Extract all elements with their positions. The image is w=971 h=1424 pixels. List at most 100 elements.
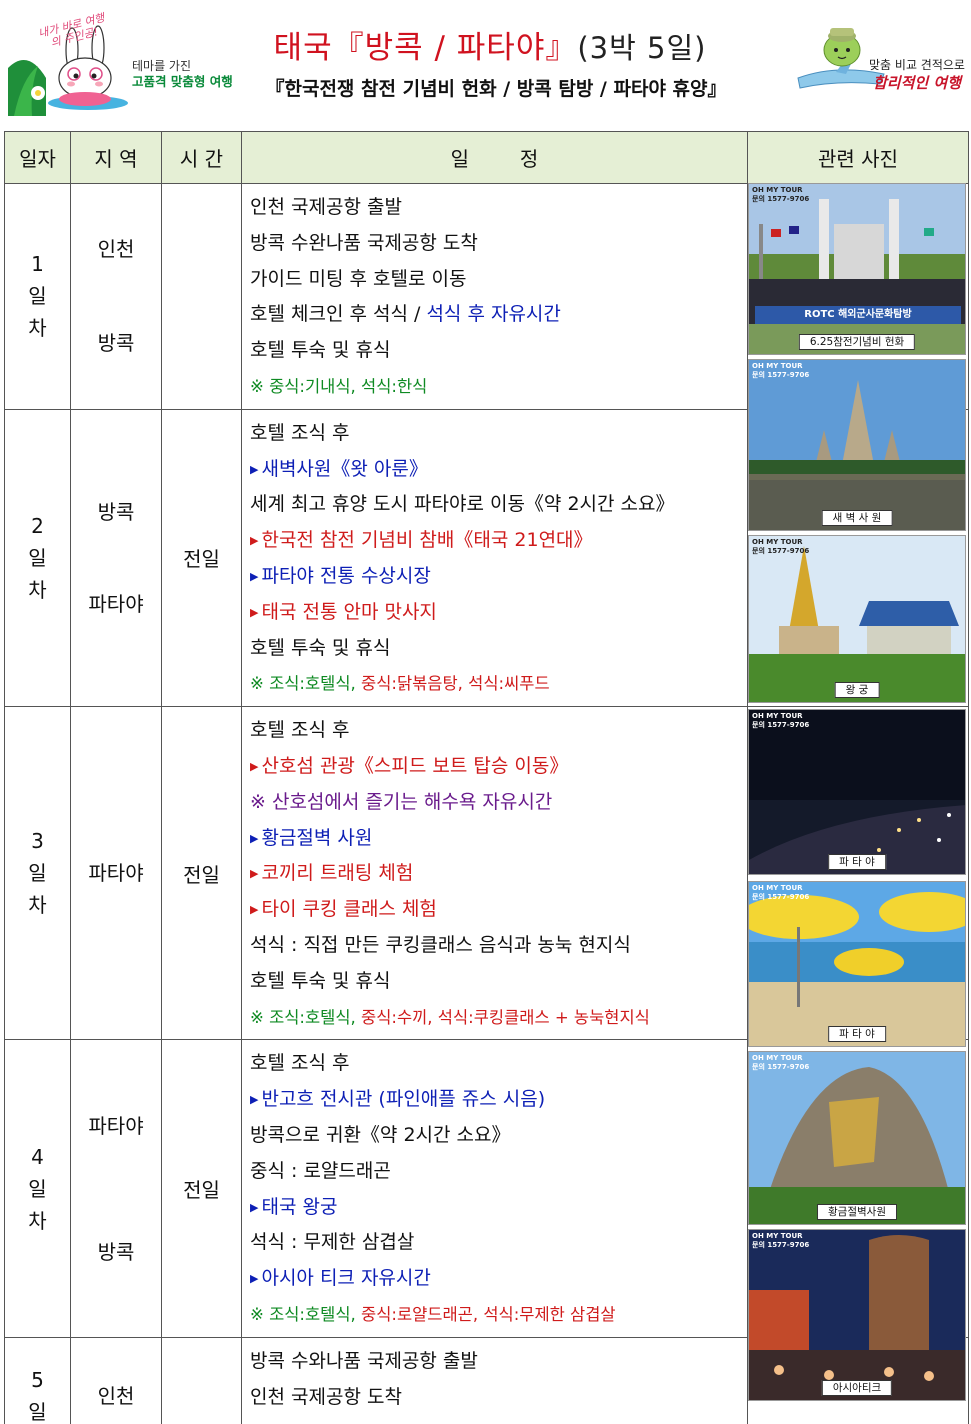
slogan-line2: 합리적인 여행 — [872, 74, 962, 92]
region-label: 방콕 — [97, 499, 135, 524]
schedule-text: 코끼리 트래팅 체험 — [261, 862, 414, 885]
watermark: OH MY TOUR 문의 1577-9706 — [752, 538, 809, 556]
schedule-item: 중식 : 로얄드래곤 — [250, 1154, 747, 1190]
photo-cliff: OH MY TOUR 문의 1577-9706 황금절벽사원 — [748, 1051, 966, 1225]
schedule-text: 호텔 조식 후 — [250, 719, 350, 742]
watermark-phone: 문의 1577-9706 — [752, 195, 810, 203]
day-cell: 5일 — [4, 1336, 71, 1424]
triangle-bullet-icon: ▶ — [250, 605, 259, 619]
schedule-item: ※ 산호섬에서 즐기는 해수욕 자유시간 — [250, 785, 747, 821]
triangle-bullet-icon: ▶ — [250, 903, 259, 917]
schedule-cell: 호텔 조식 후 ▶ 반고흐 전시관 (파인애플 쥬스 시음) 방콕으로 귀환《약 2시… — [241, 1039, 748, 1338]
region-cell: 파타야 방콕 — [70, 1039, 162, 1338]
photo-banner: ROTC 해외군사문화탐방 — [804, 309, 912, 320]
schedule-item: ※ 조식:호텔식, 중식:수끼, 석식:쿠킹클래스 + 농눅현지식 — [250, 1000, 747, 1036]
day-label: 일 — [28, 1400, 47, 1424]
region-label: 인천 — [97, 237, 135, 262]
schedule-item: ▶ 황금절벽 사원 — [250, 821, 747, 857]
day-label: 차 — [28, 316, 47, 341]
schedule-item: 호텔 조식 후 — [250, 416, 747, 452]
time-cell: 전일 — [161, 408, 242, 708]
photo-night: OH MY TOUR 문의 1577-9706 파 타 야 — [748, 709, 966, 875]
watermark-brand: OH MY TOUR — [752, 1054, 803, 1062]
schedule-text: 태국 전통 안마 맛사지 — [261, 600, 437, 623]
slogan: 맞춤 비교 견적으로 합리적인 여행 — [866, 56, 968, 92]
schedule-text: 중식:닭볶음탕, 석식:씨푸드 — [361, 674, 550, 694]
schedule-text: 방콕으로 귀환《약 2시간 소요》 — [250, 1123, 511, 1146]
schedule-text: 한국전 참전 기념비 참배《태국 21연대》 — [261, 529, 593, 552]
schedule-text: 석식 : 직접 만든 쿠킹클래스 음식과 농눅 현지식 — [250, 933, 631, 956]
temple-photo-icon — [749, 360, 965, 530]
schedule-text: 태국 왕궁 — [261, 1195, 338, 1218]
schedule-text: 석식 : 무제한 삼겹살 — [250, 1231, 415, 1254]
header-time: 시 간 — [161, 131, 242, 184]
schedule-text: 중식:로얄드래곤, 석식:무제한 삼겹살 — [361, 1304, 616, 1324]
day-label: 2 — [31, 513, 44, 538]
schedule-text: ※ 중식:기내식, 석식:한식 — [250, 376, 428, 396]
triangle-bullet-icon: ▶ — [250, 759, 259, 773]
triangle-bullet-icon: ▶ — [250, 534, 259, 548]
watermark-brand: OH MY TOUR — [752, 186, 803, 194]
watermark-phone: 문의 1577-9706 — [752, 893, 810, 901]
day-cell: 2 일차 — [4, 408, 71, 708]
photo-caption: 아시아티크 — [821, 1380, 893, 1396]
watermark: OH MY TOUR 문의 1577-9706 — [752, 884, 809, 902]
day-cell: 1 일차 — [4, 183, 71, 410]
schedule-item: 호텔 조식 후 — [250, 1046, 747, 1082]
day-label: 일 — [28, 1176, 47, 1201]
schedule-item: 호텔 조식 후 — [250, 713, 747, 749]
day-cell: 4 일차 — [4, 1039, 71, 1338]
schedule-item: ※ 중식:기내식, 석식:한식 — [250, 369, 747, 405]
schedule-text: 인천 국제공항 출발 — [250, 196, 402, 218]
day-label: 일 — [28, 545, 47, 570]
schedule-text: ※ 조식:호텔식, — [250, 1304, 362, 1324]
header-schedule: 일 정 — [241, 131, 748, 184]
schedule-item: 방콕으로 귀환《약 2시간 소요》 — [250, 1118, 747, 1154]
schedule-text: ※ 조식:호텔식, — [250, 674, 362, 694]
schedule-item: ▶ 태국 왕궁 — [250, 1190, 747, 1226]
region-label: 파타야 — [88, 591, 144, 616]
schedule-text: 방콕 수와나품 국제공항 출발 — [250, 1349, 478, 1372]
time-cell: 전일 — [161, 706, 242, 1041]
time-cell: 전일 — [161, 1039, 242, 1338]
day-label: 차 — [28, 577, 47, 602]
schedule-text: ※ 산호섬에서 즐기는 해수욕 자유시간 — [250, 790, 553, 813]
watermark: OH MY TOUR 문의 1577-9706 — [752, 362, 809, 380]
tagline-line1: 테마를 가진 — [132, 59, 192, 73]
palace-photo-icon — [749, 536, 965, 702]
header-photos: 관련 사진 — [747, 131, 969, 184]
day-label: 일 — [28, 861, 47, 886]
beach-photo-icon — [749, 882, 965, 1046]
day-label: 차 — [28, 1208, 47, 1233]
schedule-item: ▶ 타이 쿠킹 클래스 체험 — [250, 892, 747, 928]
schedule-text: 세계 최고 휴양 도시 파타야로 이동《약 2시간 소요》 — [250, 493, 675, 516]
schedule-item: 석식 : 직접 만든 쿠킹클래스 음식과 농눅 현지식 — [250, 928, 747, 964]
day-label: 1 — [31, 252, 44, 277]
schedule-item: ▶ 반고흐 전시관 (파인애플 쥬스 시음) — [250, 1082, 747, 1118]
watermark: OH MY TOUR 문의 1577-9706 — [752, 1054, 809, 1072]
header-region: 지 역 — [70, 131, 162, 184]
schedule-text: 가이드 미팅 후 호텔로 이동 — [250, 267, 467, 290]
region-cell: 인천 — [70, 1336, 162, 1424]
title-main: 태국『방콕 / 파타야』 — [273, 30, 578, 66]
title-duration: (3박 5일) — [577, 31, 707, 65]
schedule-item: 인천 국제공항 도착 — [250, 1380, 747, 1416]
triangle-bullet-icon: ▶ — [250, 1200, 259, 1214]
schedule-item: 방콕 수와나품 국제공항 출발 — [250, 1344, 747, 1380]
photo-beach: OH MY TOUR 문의 1577-9706 파 타 야 — [748, 881, 966, 1047]
schedule-text: 호텔 투숙 및 휴식 — [250, 969, 391, 992]
watermark-phone: 문의 1577-9706 — [752, 547, 810, 555]
schedule-cell: 호텔 조식 후 ▶ 새벽사원《왓 아룬》 세계 최고 휴양 도시 파타야로 이동《약 … — [241, 408, 748, 708]
triangle-bullet-icon: ▶ — [250, 569, 259, 583]
region-cell: 방콕파타야 — [70, 408, 162, 708]
schedule-item: ▶ 파타야 전통 수상시장 — [250, 559, 747, 595]
region-cell: 파타야 — [70, 706, 162, 1041]
table-header-row: 일자 지 역 시 간 일 정 관련 사진 — [4, 131, 969, 184]
photo-temple: OH MY TOUR 문의 1577-9706 새 벽 사 원 — [748, 359, 966, 531]
day-cell: 3 일차 — [4, 706, 71, 1041]
watermark-brand: OH MY TOUR — [752, 884, 803, 892]
schedule-text: 타이 쿠킹 클래스 체험 — [261, 898, 437, 921]
night-photo-icon — [749, 710, 965, 874]
day-label: 3 — [31, 829, 44, 854]
photo-strip: OH MY TOUR 문의 1577-9706 ROTC 해외군사문화탐방 6.25참… — [747, 183, 968, 1403]
